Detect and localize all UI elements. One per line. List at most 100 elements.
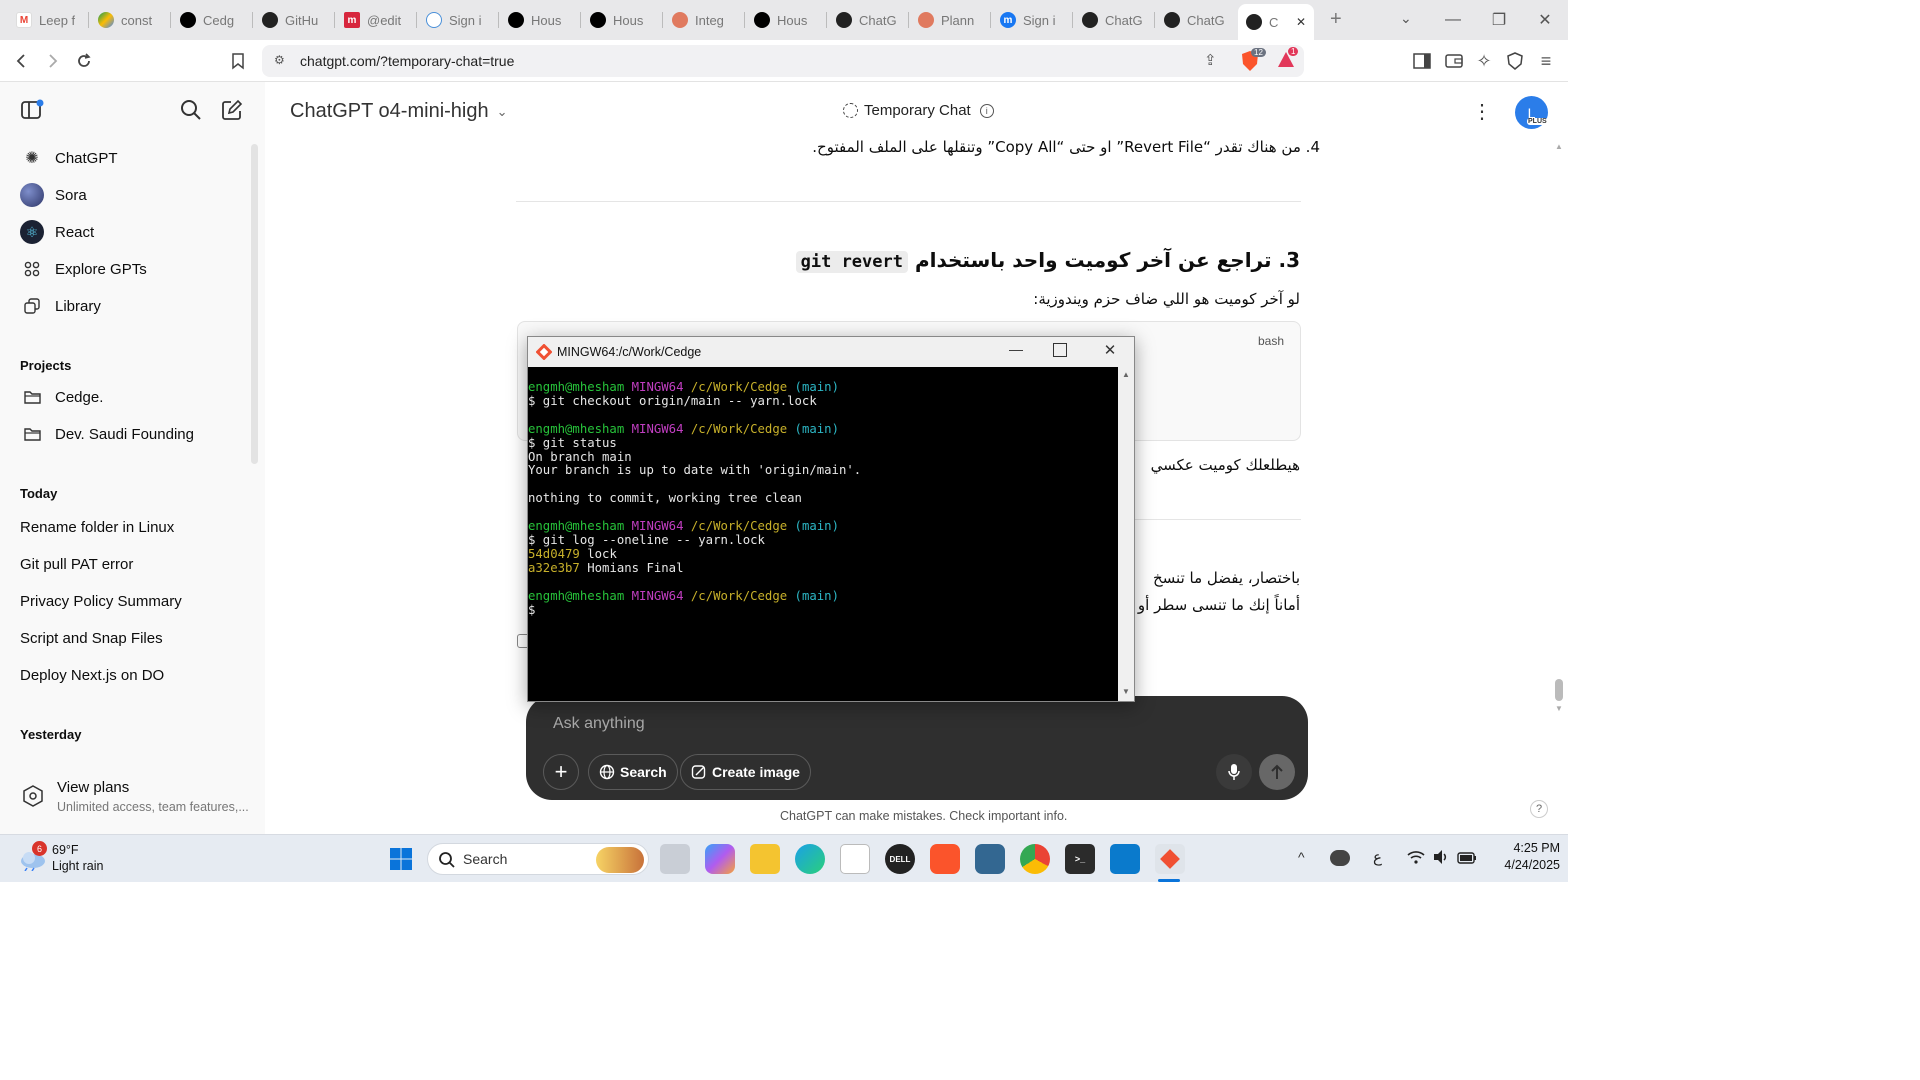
sidebar-item-explore-gpts[interactable]: Explore GPTs <box>20 257 147 281</box>
address-bar[interactable]: ⚙ chatgpt.com/?temporary-chat=true ⇪ 12 … <box>262 45 1304 77</box>
browser-tab[interactable]: M Leep f <box>8 6 84 34</box>
windows-start-icon[interactable] <box>386 844 416 874</box>
sidebar-item-chatgpt[interactable]: ✺ ChatGPT <box>20 146 117 170</box>
new-chat-icon[interactable] <box>221 99 245 123</box>
browser-tab[interactable]: GitHu <box>254 6 330 34</box>
close-window-button[interactable]: ✕ <box>1522 0 1568 40</box>
help-button[interactable]: ? <box>1530 800 1548 818</box>
restore-button[interactable]: ❐ <box>1476 0 1522 40</box>
reload-icon[interactable] <box>72 49 96 73</box>
history-item[interactable]: Rename folder in Linux <box>20 519 174 536</box>
microphone-button[interactable] <box>1216 754 1252 790</box>
add-attachment-button[interactable]: + <box>543 754 579 790</box>
leo-ai-icon[interactable]: ✧ <box>1472 49 1496 73</box>
onedrive-icon[interactable] <box>1330 850 1350 866</box>
terminal-icon[interactable]: >_ <box>1065 844 1095 874</box>
file-explorer-icon[interactable] <box>750 844 780 874</box>
postgres-icon[interactable] <box>975 844 1005 874</box>
terminal-scrollbar[interactable]: ▲ ▼ <box>1118 367 1134 701</box>
browser-tab[interactable]: m @edit <box>336 6 412 34</box>
brave-icon[interactable] <box>930 844 960 874</box>
browser-tab[interactable]: C ✕ <box>1238 4 1314 40</box>
clock-date[interactable]: 4/24/2025 <box>1488 858 1560 872</box>
browser-tab[interactable]: m Sign i <box>992 6 1068 34</box>
brave-shields-icon[interactable]: 12 <box>1240 48 1266 72</box>
browser-tab[interactable]: Hous <box>746 6 822 34</box>
clock-time[interactable]: 4:25 PM <box>1488 841 1560 855</box>
url-text[interactable]: chatgpt.com/?temporary-chat=true <box>300 53 514 69</box>
history-item[interactable]: Deploy Next.js on DO <box>20 667 164 684</box>
prompt-input[interactable]: Ask anything <box>553 715 645 733</box>
browser-tab[interactable]: Plann <box>910 6 986 34</box>
weather-widget[interactable]: 6 69°F Light rain <box>14 841 164 877</box>
terminal-title-bar[interactable]: MINGW64:/c/Work/Cedge — ✕ <box>528 337 1134 367</box>
scroll-down-arrow-icon[interactable]: ▼ <box>1122 687 1130 696</box>
microsoft-store-icon[interactable] <box>840 844 870 874</box>
dell-icon[interactable]: DELL <box>885 844 915 874</box>
project-item-cedge[interactable]: Cedge. <box>20 385 103 409</box>
task-view-icon[interactable] <box>660 844 690 874</box>
history-item[interactable]: Privacy Policy Summary <box>20 593 182 610</box>
scroll-down-arrow-icon[interactable]: ▼ <box>1555 704 1563 714</box>
share-icon[interactable]: ⇪ <box>1204 51 1224 71</box>
sidebar-item-react[interactable]: ⚛ React <box>20 220 94 244</box>
bookmark-icon[interactable] <box>226 49 250 73</box>
brave-rewards-icon[interactable]: 1 <box>1276 47 1299 72</box>
browser-tab[interactable]: Hous <box>582 6 658 34</box>
scroll-up-arrow-icon[interactable]: ▲ <box>1122 370 1130 379</box>
page-scrollbar-thumb[interactable] <box>1555 679 1563 701</box>
wifi-icon[interactable] <box>1407 849 1425 869</box>
browser-tab[interactable]: Integ <box>664 6 740 34</box>
close-tab-icon[interactable]: ✕ <box>1296 15 1306 29</box>
battery-icon[interactable] <box>1457 851 1477 867</box>
browser-tab[interactable]: const <box>90 6 166 34</box>
temporary-chat-indicator[interactable]: Temporary Chat i <box>843 102 994 119</box>
copilot-icon[interactable] <box>705 844 735 874</box>
avatar[interactable]: L PLUS <box>1515 96 1548 129</box>
info-icon[interactable]: i <box>979 103 994 118</box>
browser-tab[interactable]: Cedg <box>172 6 248 34</box>
history-item[interactable]: Script and Snap Files <box>20 630 163 647</box>
sidebar-item-sora[interactable]: Sora <box>20 183 87 207</box>
minimize-button[interactable]: — <box>1430 0 1476 40</box>
chrome-icon[interactable] <box>1020 844 1050 874</box>
send-button[interactable] <box>1259 754 1295 790</box>
sidebar-toggle-icon[interactable] <box>20 98 46 124</box>
vscode-icon[interactable] <box>1110 844 1140 874</box>
create-image-button[interactable]: Create image <box>680 754 811 790</box>
wallet-icon[interactable] <box>1442 49 1466 73</box>
project-item-dev-saudi-founding[interactable]: Dev. Saudi Founding <box>20 422 194 446</box>
tab-search-chevron-icon[interactable]: ⌄ <box>1400 10 1420 30</box>
show-hidden-icons-chevron-icon[interactable]: ^ <box>1298 849 1305 865</box>
terminal-close-button[interactable]: ✕ <box>1100 341 1120 361</box>
vpn-icon[interactable] <box>1503 49 1527 73</box>
input-language[interactable]: ع <box>1373 848 1382 866</box>
model-selector[interactable]: ChatGPT o4-mini-high ⌄ <box>290 100 508 123</box>
browser-tab[interactable]: Sign i <box>418 6 494 34</box>
sidebar-toggle-icon[interactable] <box>1410 49 1434 73</box>
browser-tab[interactable]: ChatG <box>1074 6 1150 34</box>
git-bash-taskbar-icon[interactable] <box>1155 844 1185 874</box>
terminal-output[interactable]: engmh@mhesham MINGW64 /c/Work/Cedge (mai… <box>528 367 1118 701</box>
terminal-maximize-button[interactable] <box>1053 343 1067 357</box>
search-button[interactable]: Search <box>588 754 678 790</box>
search-chats-icon[interactable] <box>180 99 204 123</box>
taskbar-search[interactable]: Search <box>427 843 649 875</box>
browser-tab[interactable]: Hous <box>500 6 576 34</box>
sidebar-scrollbar[interactable] <box>251 144 258 464</box>
sidebar-item-library[interactable]: Library <box>20 294 101 318</box>
view-plans-button[interactable]: View plans Unlimited access, team featur… <box>12 772 252 820</box>
volume-icon[interactable] <box>1432 849 1450 868</box>
more-options-icon[interactable]: ⋮ <box>1472 99 1492 123</box>
new-tab-button[interactable]: + <box>1330 8 1350 32</box>
menu-hamburger-icon[interactable]: ≡ <box>1534 49 1558 73</box>
terminal-minimize-button[interactable]: — <box>1006 341 1026 361</box>
forward-arrow-icon[interactable] <box>40 49 64 73</box>
history-item[interactable]: Git pull PAT error <box>20 556 133 573</box>
scroll-up-arrow-icon[interactable]: ▲ <box>1555 142 1563 152</box>
site-settings-icon[interactable]: ⚙ <box>274 53 290 69</box>
edge-icon[interactable] <box>795 844 825 874</box>
back-arrow-icon[interactable] <box>10 49 34 73</box>
browser-tab[interactable]: ChatG <box>1156 6 1232 34</box>
browser-tab[interactable]: ChatG <box>828 6 904 34</box>
